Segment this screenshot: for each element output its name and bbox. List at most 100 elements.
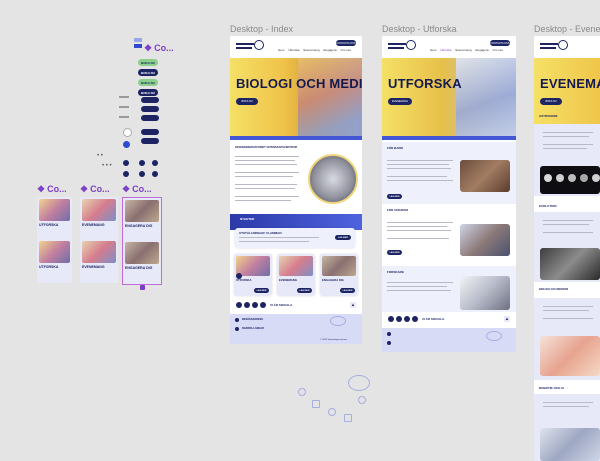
frame-title-index[interactable]: Desktop - Index — [230, 24, 293, 34]
news-tag: NYHETER — [240, 217, 255, 221]
feature-card-engagera[interactable]: ENGAGERA DIG LÄS MER — [320, 254, 358, 296]
linkedin-icon[interactable] — [260, 302, 266, 308]
frame-title-utforska[interactable]: Desktop - Utforska — [382, 24, 457, 34]
kontakta-oss-button[interactable]: KONTAKTA OSS — [490, 40, 510, 46]
nav-link[interactable]: Engagera — [324, 48, 337, 52]
section-text-line — [387, 282, 453, 284]
facebook-icon[interactable] — [236, 273, 242, 279]
selection-handle[interactable] — [140, 285, 145, 290]
logo[interactable] — [388, 40, 416, 54]
facebook-icon[interactable] — [236, 302, 242, 308]
facebook-icon[interactable] — [123, 160, 129, 166]
logo[interactable] — [540, 40, 568, 54]
card-image — [125, 242, 159, 264]
component-title-2[interactable]: ❖ Co... — [80, 184, 110, 195]
desktop-evenemang-frame[interactable]: EVENEMANG BOKA NU ASTRONOMI EVOLUTION BI… — [534, 36, 600, 461]
card-label: ENGAGERA DIG — [125, 266, 153, 270]
instagram-icon[interactable] — [396, 316, 402, 322]
microscope-icon — [358, 396, 366, 404]
component-diamond-icon: ❖ — [144, 43, 153, 53]
up-arrow-icon[interactable]: ▲ — [504, 316, 510, 322]
news-text-line — [239, 241, 309, 243]
section-text-line — [387, 180, 453, 182]
component-set-title[interactable]: ❖ Co... — [144, 43, 174, 54]
nav-links: Hem Utforska Evenemang Engagera Om oss — [430, 48, 503, 52]
nav-link[interactable]: Hem — [430, 48, 436, 52]
nav-link[interactable]: Om oss — [341, 48, 351, 52]
boka-nu-button-1[interactable]: BOKA NU — [138, 59, 158, 66]
kontakta-oss-button[interactable]: KONTAKTA OSS — [336, 40, 356, 46]
help-icon[interactable] — [123, 141, 130, 148]
frame-title-evenemang[interactable]: Desktop - Evene — [534, 24, 600, 34]
card-label: ENGAGERA DIG — [322, 278, 344, 282]
medicine-image — [540, 336, 600, 376]
section-text-line — [543, 318, 593, 320]
component-diamond-icon: ❖ — [37, 184, 46, 194]
youtube-icon[interactable] — [252, 302, 258, 308]
section-text-line — [387, 164, 449, 166]
youtube-icon[interactable] — [404, 316, 410, 322]
facebook-icon[interactable] — [123, 171, 129, 177]
nav-pill-1[interactable] — [141, 97, 159, 103]
info-icon[interactable] — [123, 128, 132, 137]
card-las-mer-button[interactable]: LÄS MER — [297, 288, 312, 293]
nav-link[interactable]: Evenemang — [304, 48, 320, 52]
section-text-line — [387, 168, 451, 170]
card-label: UTFORSKA — [39, 223, 59, 227]
hero-boka-nu-button[interactable]: BOKA NU — [236, 98, 258, 105]
nav-link[interactable]: Hem — [278, 48, 284, 52]
section-text-line — [387, 286, 447, 288]
section-text-line — [543, 310, 589, 312]
nav-link[interactable]: Engagera — [476, 48, 489, 52]
instagram-icon[interactable] — [139, 171, 145, 177]
nav-pill-2[interactable] — [141, 106, 159, 112]
feature-card-evenemang[interactable]: EVENEMANG LÄS MER — [277, 254, 315, 296]
youtube-icon[interactable] — [152, 171, 158, 177]
up-arrow-icon[interactable]: ▲ — [350, 302, 356, 308]
footer-copy: © 2024 Vetenskapscentrum — [320, 339, 347, 341]
nav-pill-4[interactable] — [141, 129, 159, 135]
planet-icon — [330, 316, 346, 326]
hero-banner: UTFORSKA EVENEMANG — [382, 58, 516, 138]
social-label: VI ÄR SOCIALA — [422, 317, 445, 321]
section-las-mer-button[interactable]: LÄS MER — [387, 250, 402, 255]
footer — [382, 328, 516, 352]
hero-title: EVENEMANG — [540, 76, 600, 91]
nav-link[interactable]: Evenemang — [456, 48, 472, 52]
youtube-icon[interactable] — [152, 160, 158, 166]
top-nav: Hem Utforska Evenemang Engagera Om oss K… — [382, 36, 516, 58]
hero-evenemang-button[interactable]: EVENEMANG — [388, 98, 412, 105]
component-title-3[interactable]: ❖ Co... — [122, 184, 152, 195]
component-title-1[interactable]: ❖ Co... — [37, 184, 67, 195]
component-diamond-icon: ❖ — [80, 184, 89, 194]
desktop-utforska-frame[interactable]: Hem Utforska Evenemang Engagera Om oss K… — [382, 36, 516, 352]
boka-nu-button-3[interactable]: BOKA NU — [138, 79, 158, 86]
nav-pill-5[interactable] — [141, 138, 159, 144]
hero-boka-nu-button[interactable]: BOKA NU — [540, 98, 562, 105]
intro-text-line — [235, 176, 293, 178]
nav-link[interactable]: Utforska — [440, 48, 451, 52]
news-heading: UTSTÄLLNINGAR: FLAMMAN — [239, 231, 282, 235]
news-card[interactable]: UTSTÄLLNINGAR: FLAMMAN LÄS MER — [235, 228, 355, 248]
section-las-mer-button[interactable]: LÄS MER — [387, 194, 402, 199]
robotics-image — [540, 428, 600, 461]
nav-link[interactable]: Om oss — [493, 48, 503, 52]
facebook-icon[interactable] — [388, 316, 394, 322]
dna-icon — [344, 414, 352, 422]
boka-nu-button-2[interactable]: BOKA NU — [138, 69, 158, 76]
hero-wave-divider — [382, 136, 516, 140]
linkedin-icon[interactable] — [412, 316, 418, 322]
nav-link[interactable]: Utforska — [288, 48, 299, 52]
instagram-icon[interactable] — [139, 160, 145, 166]
nav-pill-3[interactable] — [141, 115, 159, 121]
card-las-mer-button[interactable]: LÄS MER — [340, 288, 355, 293]
news-las-mer-button[interactable]: LÄS MER — [335, 235, 351, 240]
boka-nu-button-4[interactable]: BOKA NU — [138, 89, 158, 96]
card-las-mer-button[interactable]: LÄS MER — [254, 288, 269, 293]
logo[interactable] — [236, 40, 264, 54]
card-image — [39, 199, 70, 221]
component-swatch-group[interactable] — [134, 38, 144, 50]
instagram-icon[interactable] — [244, 302, 250, 308]
atom-icon — [298, 388, 306, 396]
desktop-index-frame[interactable]: Hem Utforska Evenemang Engagera Om oss K… — [230, 36, 362, 344]
